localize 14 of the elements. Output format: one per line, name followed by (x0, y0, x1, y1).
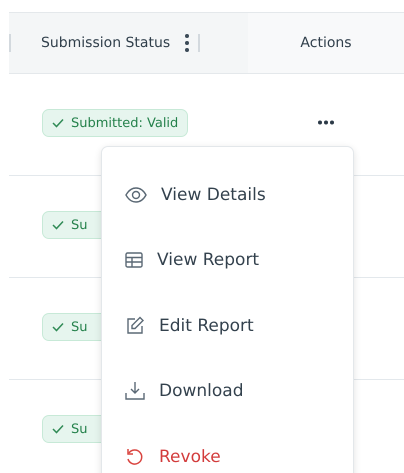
more-icon[interactable] (317, 120, 335, 125)
column-header: Submission Status (41, 35, 170, 51)
check-icon (52, 424, 64, 434)
table-icon (125, 252, 143, 268)
column-header: Actions (300, 35, 352, 51)
eye-icon (125, 186, 147, 203)
kebab-icon[interactable] (184, 33, 190, 53)
check-icon (52, 118, 64, 128)
status-badge: Submitted: Valid (42, 109, 188, 137)
download-icon (125, 381, 145, 402)
check-icon (52, 322, 64, 332)
undo-icon (125, 446, 145, 467)
edit-icon (125, 316, 145, 336)
check-icon (52, 220, 64, 230)
